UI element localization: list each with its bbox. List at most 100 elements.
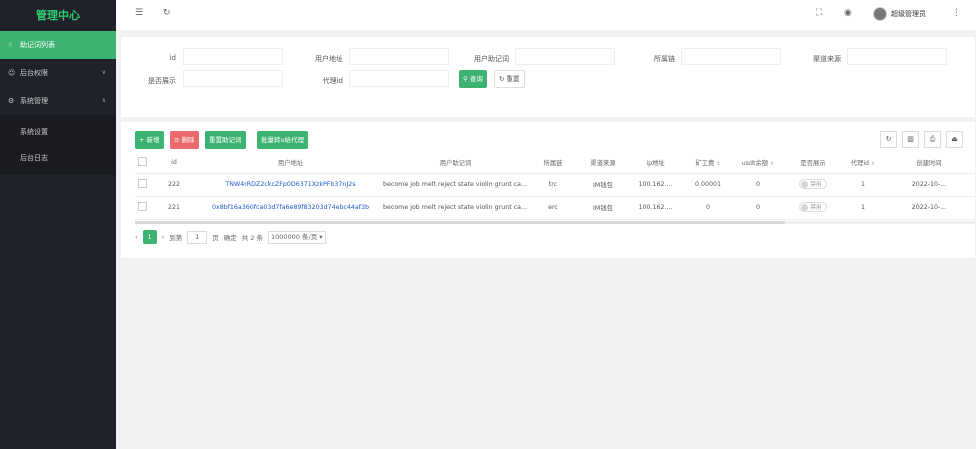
chain-input[interactable] <box>681 48 781 65</box>
toggle-label: 禁用 <box>810 182 822 189</box>
total-count: 共 2 条 <box>241 234 263 242</box>
toggle-knob <box>801 203 809 211</box>
avatar <box>873 7 887 21</box>
cell-chain: trc <box>528 173 578 197</box>
data-table: id 用户地址 用户助记词 所属链 渠道来源 ip地址 矿工费 ⇕ usdt余额 ⇕… <box>135 152 975 220</box>
chevron-down-icon: ▾ <box>319 232 323 241</box>
columns-icon[interactable]: ▥ <box>902 131 919 148</box>
sidebar-item-label: 系统管理 <box>20 97 48 105</box>
cell-address: 0x8bf16a360fca03d7fa6e89f83203d74ebc44af… <box>198 196 383 220</box>
refresh-table-icon[interactable]: ↻ <box>880 131 897 148</box>
fullscreen-icon[interactable]: ⛶ <box>816 8 822 18</box>
show-toggle[interactable]: 禁用 <box>799 202 827 213</box>
sidebar: 管理中心 ☝ 助记词列表 ☺ 后台权限 ∨ ⚙ 系统管理 ∧ 系统设置 后台日志 <box>0 0 116 449</box>
agent-input[interactable] <box>349 70 449 87</box>
col-header-fee-label: 矿工费 <box>695 159 715 167</box>
sidebar-item-label: 后台权限 <box>20 69 48 77</box>
label-source: 渠道来源 <box>813 55 841 63</box>
row-checkbox[interactable] <box>135 196 150 220</box>
export-icon[interactable]: ⏏ <box>946 131 963 148</box>
col-header-chain: 所属链 <box>528 152 578 174</box>
reset-button[interactable]: ↻ 重置 <box>494 70 525 88</box>
goto-label: 到第 <box>169 234 183 242</box>
pagination: ‹ 1 › 到第 1 页 确定 共 2 条 1000000 条/页 ▾ <box>135 230 326 244</box>
col-header-usdt[interactable]: usdt余额 ⇕ <box>733 152 783 174</box>
menu-toggle-icon[interactable]: ☰ <box>135 8 143 18</box>
hand-icon: ☝ <box>8 41 13 49</box>
next-page-icon[interactable]: › <box>162 233 165 241</box>
cell-created: 2022-10-... <box>883 173 975 197</box>
refresh-icon[interactable]: ↻ <box>163 8 171 18</box>
sort-icon[interactable]: ⇕ <box>770 161 774 167</box>
col-header-usdt-label: usdt余额 <box>741 159 769 167</box>
col-header-created: 创建时间 <box>883 152 975 174</box>
sort-icon[interactable]: ⇕ <box>716 161 720 167</box>
cell-address: TNW4rRDZ2ckcZFp0D6371XzkPFb37nJ2s <box>198 173 383 197</box>
user-icon: ☺ <box>8 69 16 77</box>
cell-fee: 0 <box>683 196 733 220</box>
cell-mnemonic: become job melt reject state violin grun… <box>383 173 528 197</box>
cell-created: 2022-10-... <box>883 196 975 220</box>
label-address: 用户地址 <box>315 55 343 63</box>
goto-confirm-button[interactable]: 确定 <box>224 232 237 242</box>
prev-page-icon[interactable]: ‹ <box>135 233 138 241</box>
col-header-mnemonic: 用户助记词 <box>383 152 528 174</box>
delete-button[interactable]: ≡ 删除 <box>170 131 199 149</box>
theme-icon[interactable]: ◉ <box>844 8 852 18</box>
source-input[interactable] <box>847 48 947 65</box>
sidebar-item-mnemonic-list[interactable]: ☝ 助记词列表 <box>0 31 116 59</box>
cell-usdt: 0 <box>733 173 783 197</box>
cell-source: IM钱包 <box>578 173 628 197</box>
mnemonic-input[interactable] <box>515 48 615 65</box>
goto-page-input[interactable]: 1 <box>187 230 208 244</box>
select-all-checkbox[interactable] <box>135 152 150 174</box>
id-input[interactable] <box>183 48 283 65</box>
search-icon: ⚲ <box>463 75 468 83</box>
horizontal-scrollbar[interactable] <box>135 221 975 224</box>
cell-fee: 0.00001 <box>683 173 733 197</box>
label-agent: 代理id <box>322 77 343 85</box>
query-button-label: 查询 <box>469 75 483 83</box>
col-header-fee[interactable]: 矿工费 ⇕ <box>683 152 733 174</box>
query-button[interactable]: ⚲ 查询 <box>459 70 487 88</box>
sort-icon[interactable]: ⇕ <box>871 161 875 167</box>
reset-mnemonic-button[interactable]: 重置助记词 <box>205 131 246 149</box>
show-toggle[interactable]: 禁用 <box>799 179 827 190</box>
scrollbar-thumb[interactable] <box>135 221 785 224</box>
cell-ip: 100.162.... <box>628 196 683 220</box>
cell-show: 禁用 <box>783 173 843 197</box>
sidebar-subitem-logs[interactable]: 后台日志 <box>0 145 116 171</box>
trash-icon: ≡ <box>174 136 180 144</box>
table-card: + 新增 ≡ 删除 重置助记词 批量转u给代理 ↻ ▥ ⎙ ⏏ id 用户地址 … <box>121 122 975 258</box>
batch-transfer-button[interactable]: 批量转u给代理 <box>257 131 309 149</box>
toggle-knob <box>801 180 809 188</box>
sidebar-item-system[interactable]: ⚙ 系统管理 ∧ <box>0 87 116 115</box>
col-header-address: 用户地址 <box>198 152 383 174</box>
page-size-value: 1000000 条/页 <box>271 232 318 241</box>
row-checkbox[interactable] <box>135 173 150 197</box>
label-chain: 所属链 <box>654 55 675 63</box>
show-select[interactable] <box>183 70 283 87</box>
brand-title: 管理中心 <box>36 9 80 22</box>
user-menu[interactable]: 超级管理员 <box>873 7 926 21</box>
col-header-agent[interactable]: 代理id ⇕ <box>843 152 883 174</box>
cell-usdt: 0 <box>733 196 783 220</box>
sidebar-item-label: 助记词列表 <box>20 41 55 49</box>
add-button[interactable]: + 新增 <box>135 131 164 149</box>
print-icon[interactable]: ⎙ <box>924 131 941 148</box>
address-input[interactable] <box>349 48 449 65</box>
reset-button-label: 重置 <box>506 75 520 83</box>
label-id: id <box>169 54 176 62</box>
page-size-select[interactable]: 1000000 条/页 ▾ <box>268 230 326 244</box>
search-form: id 用户地址 用户助记词 所属链 渠道来源 是否展示 代理id ⚲ 查询 ↻ … <box>121 37 975 117</box>
table-row: 222 TNW4rRDZ2ckcZFp0D6371XzkPFb37nJ2s be… <box>135 173 975 197</box>
reset-icon: ↻ <box>499 75 505 83</box>
page-1-button[interactable]: 1 <box>142 230 157 244</box>
cell-id: 221 <box>150 196 198 220</box>
top-bar: ☰ ↻ ⛶ ◉ 超级管理员 ⋮ <box>116 0 976 30</box>
more-icon[interactable]: ⋮ <box>952 8 961 18</box>
sidebar-subitem-settings[interactable]: 系统设置 <box>0 119 116 145</box>
col-header-id: id <box>150 152 198 174</box>
sidebar-item-permissions[interactable]: ☺ 后台权限 ∨ <box>0 59 116 87</box>
cell-agent: 1 <box>843 173 883 197</box>
